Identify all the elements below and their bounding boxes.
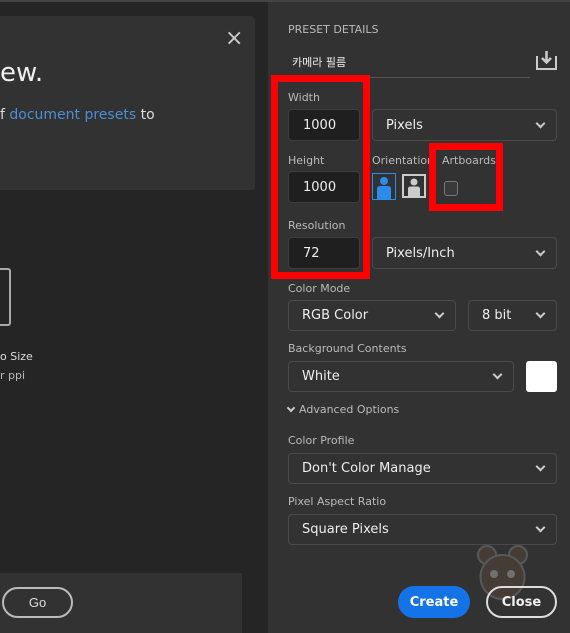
section-title: PRESET DETAILS <box>288 23 379 36</box>
chevron-down-icon <box>535 308 546 319</box>
background-color-swatch[interactable] <box>526 361 557 392</box>
advanced-options-label: Advanced Options <box>299 403 400 416</box>
pixel-aspect-label: Pixel Aspect Ratio <box>288 495 387 508</box>
card-title: ew. <box>0 58 44 88</box>
chevron-down-icon <box>535 118 546 128</box>
width-unit-value: Pixels <box>386 117 423 133</box>
chevron-down-icon <box>535 246 546 256</box>
color-profile-label: Color Profile <box>288 434 355 447</box>
resolution-unit-dropdown[interactable]: Pixels/Inch <box>372 237 557 269</box>
chevron-down-icon <box>535 522 546 533</box>
chevron-down-icon <box>492 369 503 380</box>
preset-size-label: o Size <box>0 350 33 363</box>
pixel-aspect-dropdown[interactable]: Square Pixels <box>288 514 557 545</box>
chevron-down-icon <box>535 461 546 472</box>
background-dropdown[interactable]: White <box>288 361 514 392</box>
save-preset-icon[interactable] <box>536 50 557 70</box>
landscape-orientation-icon[interactable] <box>402 174 426 198</box>
color-mode-dropdown[interactable]: RGB Color <box>288 300 456 331</box>
bit-depth-value: 8 bit <box>482 308 512 323</box>
resolution-unit-value: Pixels/Inch <box>386 245 455 261</box>
preset-ppi-label: r ppi <box>0 369 26 382</box>
card-description: f document presets to <box>0 107 155 123</box>
desc-suffix: to <box>136 107 155 123</box>
pixel-aspect-value: Square Pixels <box>302 522 389 537</box>
close-button[interactable]: Close <box>486 586 557 618</box>
background-value: White <box>302 369 340 384</box>
color-profile-dropdown[interactable]: Don't Color Manage <box>288 453 557 484</box>
desc-prefix: f <box>0 107 10 123</box>
welcome-card <box>0 16 255 190</box>
width-unit-dropdown[interactable]: Pixels <box>372 109 557 141</box>
orientation-label: Orientation <box>372 154 435 167</box>
color-profile-value: Don't Color Manage <box>302 461 431 476</box>
go-button[interactable]: Go <box>2 587 73 618</box>
highlight-box-artboards <box>429 143 503 211</box>
close-card-icon[interactable]: × <box>225 26 243 51</box>
advanced-options-toggle[interactable]: Advanced Options <box>286 403 400 416</box>
color-mode-label: Color Mode <box>288 282 351 295</box>
chevron-down-icon <box>434 308 445 319</box>
chevron-down-icon <box>286 403 296 412</box>
color-mode-value: RGB Color <box>302 308 369 323</box>
portrait-orientation-icon[interactable] <box>372 173 396 200</box>
document-presets-link[interactable]: document presets <box>9 107 136 123</box>
preset-thumbnail[interactable] <box>0 268 11 326</box>
highlight-box-dimensions <box>271 75 370 279</box>
bit-depth-dropdown[interactable]: 8 bit <box>468 300 557 331</box>
background-label: Background Contents <box>288 342 407 355</box>
create-button[interactable]: Create <box>398 586 470 618</box>
